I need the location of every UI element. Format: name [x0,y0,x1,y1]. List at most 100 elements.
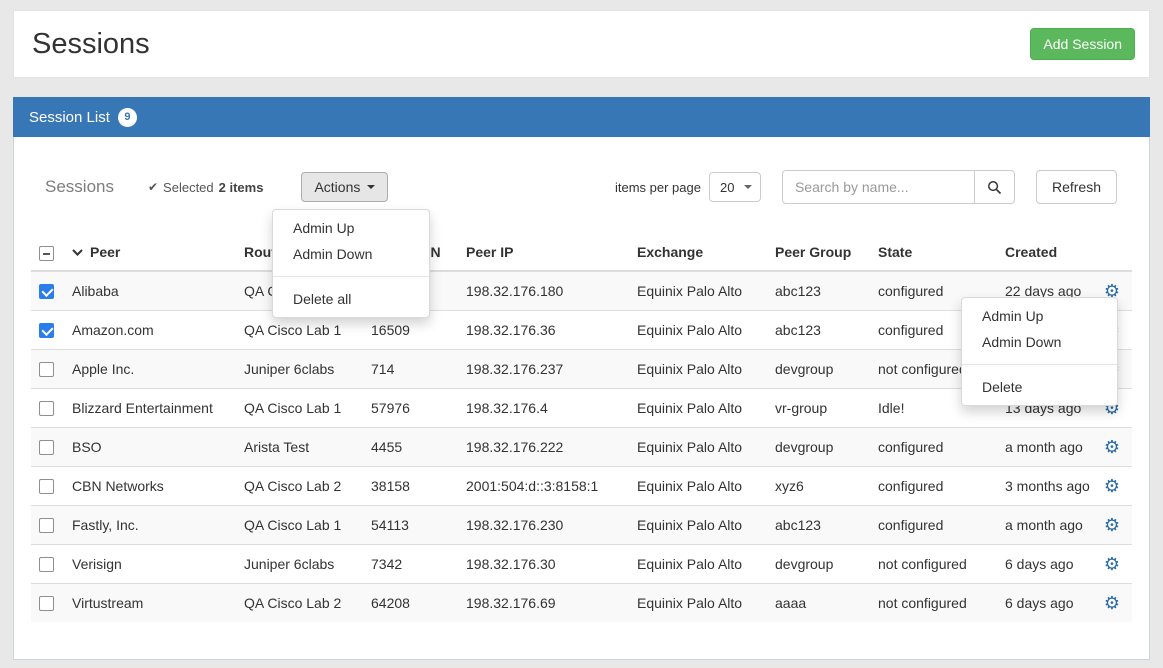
row-checkbox[interactable] [39,284,54,299]
col-state[interactable]: State [870,235,997,271]
table-row: BSO Arista Test 4455 198.32.176.222 Equi… [31,427,1132,466]
cell-state: not configured [870,544,997,583]
items-per-page-label: items per page [615,180,701,195]
cell-asn: 38158 [363,466,458,505]
row-settings-gear-icon[interactable]: ⚙ [1104,554,1120,574]
cell-state: configured [870,427,997,466]
cell-peer: Alibaba [64,271,236,311]
table-row: Virtustream QA Cisco Lab 2 64208 198.32.… [31,583,1132,622]
cell-peer: CBN Networks [64,466,236,505]
cell-exchange: Equinix Palo Alto [629,466,767,505]
row-menu-item-admin-up[interactable]: Admin Up [962,303,1117,329]
cell-peer: Virtustream [64,583,236,622]
cell-peer-ip: 198.32.176.30 [458,544,629,583]
refresh-button[interactable]: Refresh [1036,170,1117,204]
panel-heading: Session List 9 [13,97,1150,137]
cell-created: 6 days ago [997,583,1092,622]
cell-peer-group: abc123 [767,310,870,349]
cell-exchange: Equinix Palo Alto [629,388,767,427]
cell-peer: Fastly, Inc. [64,505,236,544]
cell-asn: 64208 [363,583,458,622]
table-row: CBN Networks QA Cisco Lab 2 38158 2001:5… [31,466,1132,505]
menu-divider [273,276,429,277]
cell-peer-group: devgroup [767,427,870,466]
selected-prefix: Selected [163,180,214,195]
cell-asn: 714 [363,349,458,388]
menu-item-delete-all[interactable]: Delete all [273,286,429,312]
add-session-button[interactable]: Add Session [1030,28,1135,60]
row-menu-item-delete[interactable]: Delete [962,374,1117,400]
row-checkbox[interactable] [39,518,54,533]
select-all-checkbox[interactable] [39,246,54,261]
row-settings-gear-icon[interactable]: ⚙ [1104,476,1120,496]
cell-peer-group: aaaa [767,583,870,622]
cell-exchange: Equinix Palo Alto [629,349,767,388]
row-settings-gear-icon[interactable]: ⚙ [1104,437,1120,457]
cell-peer-ip: 198.32.176.4 [458,388,629,427]
table-row: Verisign Juniper 6clabs 7342 198.32.176.… [31,544,1132,583]
menu-item-admin-up[interactable]: Admin Up [273,215,429,241]
page: Sessions Add Session Session List 9 Sess… [0,0,1163,668]
toolbar-right-group: items per page 20 [615,170,1117,204]
row-checkbox[interactable] [39,323,54,338]
cell-peer-ip: 198.32.176.36 [458,310,629,349]
panel-title: Session List [29,109,110,126]
cell-peer-group: vr-group [767,388,870,427]
row-checkbox[interactable] [39,596,54,611]
cell-router: QA Cisco Lab 2 [236,583,363,622]
table-toolbar: Sessions ✔ Selected 2 items Actions item… [45,170,1117,204]
cell-exchange: Equinix Palo Alto [629,427,767,466]
sessions-table: Peer Router ASN Peer IP Exchange Peer Gr… [31,235,1132,622]
cell-peer-group: devgroup [767,544,870,583]
cell-peer-group: xyz6 [767,466,870,505]
cell-router: Juniper 6clabs [236,349,363,388]
cell-created: 3 months ago [997,466,1092,505]
cell-peer: BSO [64,427,236,466]
search-icon [987,180,1002,195]
search-group [782,170,1015,204]
cell-asn: 54113 [363,505,458,544]
cell-peer-ip: 2001:504:d::3:8158:1 [458,466,629,505]
cell-router: QA Cisco Lab 1 [236,388,363,427]
row-checkbox[interactable] [39,440,54,455]
col-exchange[interactable]: Exchange [629,235,767,271]
row-settings-gear-icon[interactable]: ⚙ [1104,515,1120,535]
cell-exchange: Equinix Palo Alto [629,310,767,349]
col-peer-group[interactable]: Peer Group [767,235,870,271]
cell-exchange: Equinix Palo Alto [629,271,767,311]
cell-peer-ip: 198.32.176.69 [458,583,629,622]
cell-created: a month ago [997,505,1092,544]
col-peer-ip[interactable]: Peer IP [458,235,629,271]
items-per-page-select[interactable]: 20 [709,172,761,202]
cell-asn: 57976 [363,388,458,427]
cell-router: Juniper 6clabs [236,544,363,583]
col-row-actions [1092,235,1132,271]
col-peer[interactable]: Peer [64,235,236,271]
cell-asn: 7342 [363,544,458,583]
cell-state: not configured [870,583,997,622]
cell-peer: Amazon.com [64,310,236,349]
cell-peer: Apple Inc. [64,349,236,388]
cell-peer-ip: 198.32.176.230 [458,505,629,544]
search-button[interactable] [974,170,1015,204]
cell-asn: 4455 [363,427,458,466]
cell-peer-group: devgroup [767,349,870,388]
row-menu-item-admin-down[interactable]: Admin Down [962,329,1117,355]
row-checkbox[interactable] [39,401,54,416]
row-checkbox[interactable] [39,557,54,572]
cell-peer: Blizzard Entertainment [64,388,236,427]
col-created[interactable]: Created [997,235,1092,271]
cell-exchange: Equinix Palo Alto [629,583,767,622]
cell-peer-ip: 198.32.176.180 [458,271,629,311]
menu-item-admin-down[interactable]: Admin Down [273,241,429,267]
caret-down-icon [367,185,375,189]
selected-count: 2 items [219,180,264,195]
row-checkbox[interactable] [39,362,54,377]
row-checkbox[interactable] [39,479,54,494]
cell-router: QA Cisco Lab 2 [236,466,363,505]
selected-items-info: ✔ Selected 2 items [148,180,263,195]
row-settings-gear-icon[interactable]: ⚙ [1104,593,1120,613]
search-input[interactable] [782,170,975,204]
actions-dropdown-menu: Admin Up Admin Down Delete all [272,209,430,318]
actions-dropdown-button[interactable]: Actions [301,172,388,202]
